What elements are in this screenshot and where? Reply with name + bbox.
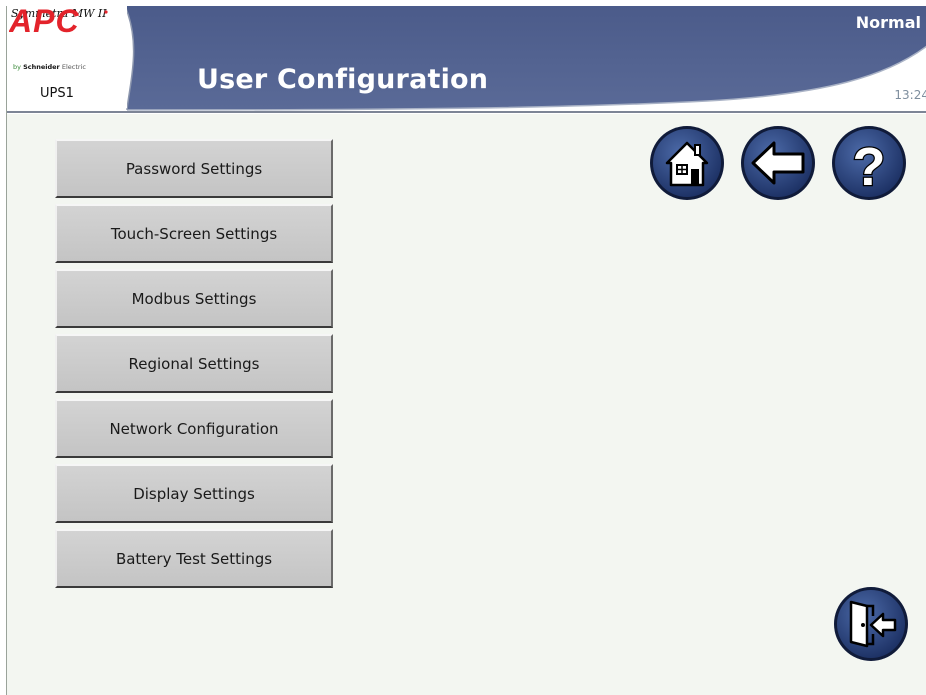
help-icon: ? [832,126,906,200]
device-name: UPS1 [40,86,74,101]
header-background [7,6,926,114]
logo-area: Symmetra MW II APC by Schneider Electric… [9,6,127,108]
touch-screen-settings-button[interactable]: Touch-Screen Settings [55,204,333,263]
apc-logo-text: APC [9,6,80,34]
sub-brand: by Schneider Electric [13,63,86,71]
home-icon [650,126,724,200]
logout-button[interactable] [833,586,909,662]
logout-door-icon [834,587,908,661]
apc-logo: APC [9,6,108,34]
status-text: Normal [855,13,921,32]
settings-menu: Password Settings Touch-Screen Settings … [55,139,333,594]
password-settings-button[interactable]: Password Settings [55,139,333,198]
back-arrow-icon [741,126,815,200]
app-frame: Symmetra MW II APC by Schneider Electric… [6,6,926,695]
help-button[interactable]: ? [831,125,907,201]
battery-test-settings-button[interactable]: Battery Test Settings [55,529,333,588]
home-button[interactable] [649,125,725,201]
page-title: User Configuration [197,64,489,95]
display-settings-button[interactable]: Display Settings [55,464,333,523]
back-button[interactable] [740,125,816,201]
svg-text:?: ? [853,137,886,197]
header-bar: Symmetra MW II APC by Schneider Electric… [7,6,926,114]
regional-settings-button[interactable]: Regional Settings [55,334,333,393]
sub-brand-name: Schneider [23,63,60,71]
modbus-settings-button[interactable]: Modbus Settings [55,269,333,328]
sub-brand-suffix: Electric [61,63,86,71]
clock-time: 13:24 [894,88,926,102]
sub-brand-prefix: by [13,63,21,71]
network-configuration-button[interactable]: Network Configuration [55,399,333,458]
